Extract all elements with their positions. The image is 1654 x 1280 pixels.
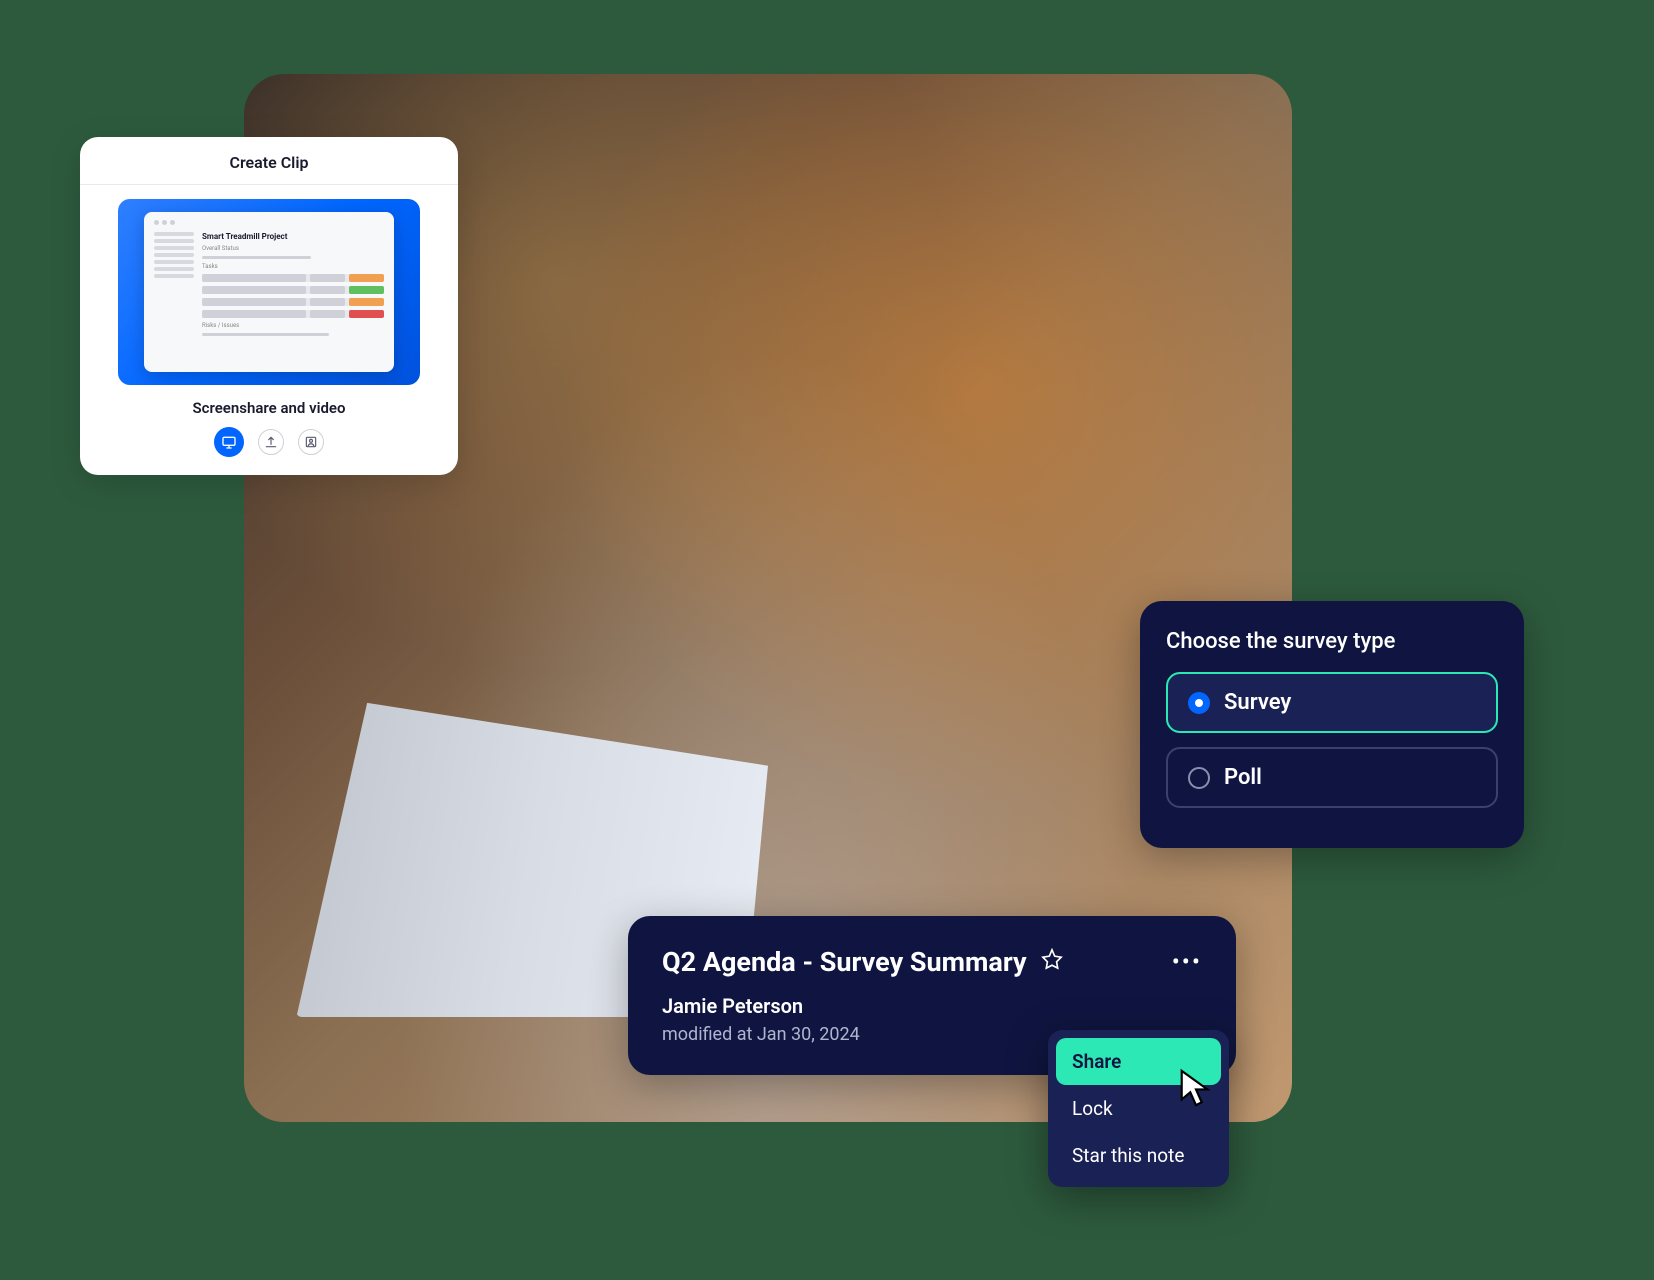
context-item-share[interactable]: Share [1056, 1038, 1221, 1085]
survey-option-survey[interactable]: Survey [1166, 672, 1498, 733]
survey-option-label: Poll [1224, 765, 1262, 790]
person-icon [304, 435, 318, 449]
create-clip-card: Create Clip Smart Treadmill Project Over… [80, 137, 458, 475]
context-item-lock[interactable]: Lock [1056, 1085, 1221, 1132]
context-menu: Share Lock Star this note [1048, 1030, 1229, 1187]
context-item-star[interactable]: Star this note [1056, 1132, 1221, 1179]
radio-selected-icon [1188, 692, 1210, 714]
preview-doc-title: Smart Treadmill Project [202, 232, 384, 241]
screenshare-button[interactable] [214, 427, 244, 457]
radio-unselected-icon [1188, 767, 1210, 789]
agenda-title: Q2 Agenda - Survey Summary [662, 946, 1027, 978]
star-icon[interactable] [1041, 948, 1063, 976]
preview-section-3: Risks / Issues [202, 322, 384, 329]
upload-button[interactable] [258, 429, 284, 455]
preview-section-2: Tasks [202, 263, 384, 270]
create-clip-title: Create Clip [229, 153, 308, 184]
survey-option-poll[interactable]: Poll [1166, 747, 1498, 808]
more-icon[interactable]: ••• [1172, 948, 1202, 976]
upload-icon [264, 435, 278, 449]
clip-preview[interactable]: Smart Treadmill Project Overall Status T… [118, 199, 420, 385]
survey-type-card: Choose the survey type Survey Poll [1140, 601, 1524, 848]
agenda-author: Jamie Peterson [662, 994, 1202, 1018]
clip-button-row [214, 427, 324, 457]
preview-section-1: Overall Status [202, 245, 384, 252]
clip-preview-document: Smart Treadmill Project Overall Status T… [144, 212, 394, 372]
clip-footer-label: Screenshare and video [193, 399, 346, 417]
survey-type-title: Choose the survey type [1166, 629, 1498, 654]
screenshare-icon [221, 434, 237, 450]
camera-button[interactable] [298, 429, 324, 455]
survey-option-label: Survey [1224, 690, 1291, 715]
divider [80, 184, 458, 185]
